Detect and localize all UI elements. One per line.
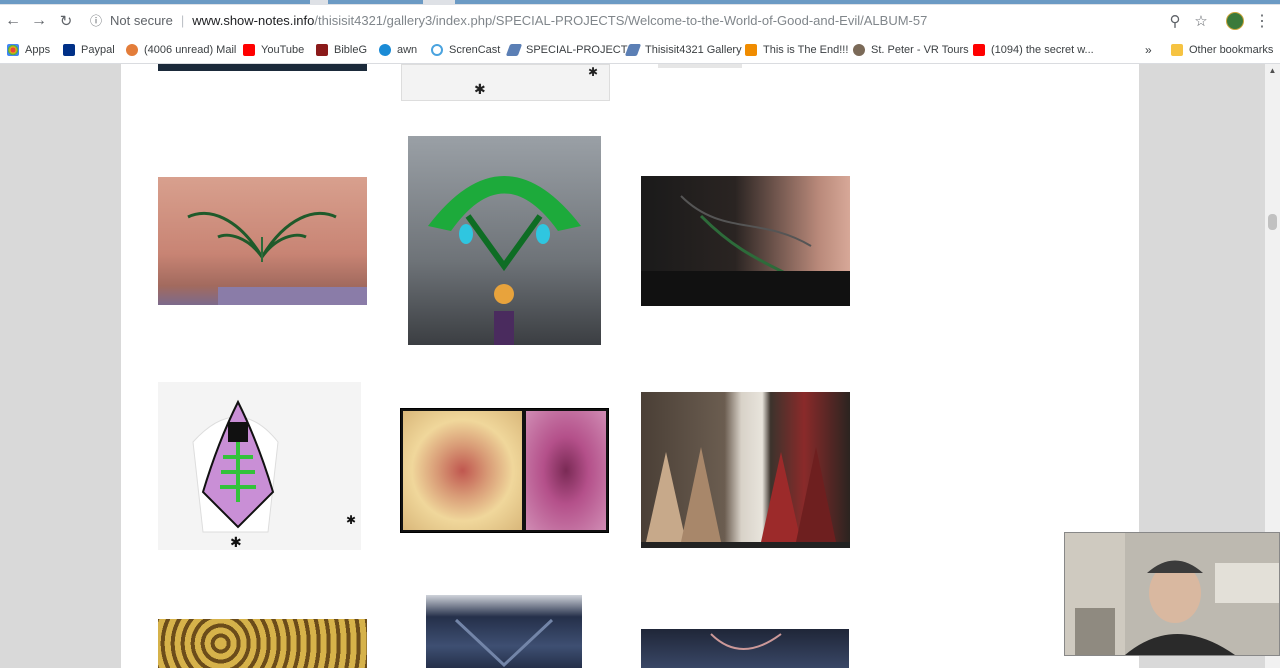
star-icon: ✱: [474, 81, 486, 97]
webcam-feed: [1065, 533, 1279, 655]
url-host[interactable]: www.show-notes.info: [192, 13, 314, 28]
other-bookmarks[interactable]: Other bookmarks: [1171, 36, 1273, 63]
security-label[interactable]: Not secure: [110, 13, 173, 28]
thumb-shop-window[interactable]: [641, 392, 850, 548]
active-tab-indicator[interactable]: [0, 0, 310, 4]
bookmark-secret[interactable]: (1094) the secret w...: [973, 36, 1094, 63]
bookmark-label: Apps: [25, 43, 51, 56]
tattoo-graphic: [187, 211, 367, 305]
thumb-beaded-neckline[interactable]: [641, 629, 849, 668]
url-path[interactable]: /thisisit4321/gallery3/index.php/SPECIAL…: [314, 13, 927, 28]
screencast-icon: [431, 43, 443, 56]
bookmarks-bar: Apps Paypal (4006 unread) Mail YouTube B…: [0, 36, 1280, 64]
youtube-icon: [973, 43, 985, 56]
bookmark-bibleg[interactable]: BibleG: [316, 36, 367, 63]
bookmark-label: ScrenCast: [449, 43, 501, 56]
thumb-art-diptych[interactable]: [400, 408, 609, 533]
svg-text:✱: ✱: [230, 535, 242, 550]
neckline-graphic: [710, 633, 782, 650]
diptych-panel-right: [526, 411, 606, 530]
thumb-green-arch[interactable]: [408, 136, 601, 345]
scroll-up-arrow-icon[interactable]: ▲: [1266, 66, 1279, 76]
bible-icon: [316, 43, 328, 56]
bookmark-label: (1094) the secret w...: [991, 43, 1094, 56]
mail-icon: [126, 43, 138, 56]
lace-graphic: [641, 195, 850, 306]
gallery-icon: [505, 43, 523, 56]
profile-avatar[interactable]: [1222, 5, 1248, 36]
awn-icon: [379, 43, 391, 56]
rss-icon: [745, 43, 757, 56]
tab-indicator-2[interactable]: [328, 0, 423, 4]
bookmark-this-is-the-end[interactable]: This is The End!!!: [745, 36, 848, 63]
vr-icon: [853, 43, 865, 56]
menu-kebab-icon[interactable]: ⋮: [1249, 5, 1275, 36]
omnibox[interactable]: ⓘ Not secure | www.show-notes.info/thisi…: [86, 8, 1192, 33]
bookmark-label: (4006 unread) Mail: [144, 43, 237, 56]
zoom-icon[interactable]: ⚲: [1162, 5, 1188, 36]
bookmark-label: Thisisit4321 Gallery: [645, 43, 742, 56]
diptych-panel-left: [403, 411, 522, 530]
bookmark-label: This is The End!!!: [763, 43, 849, 56]
tab-indicator-3[interactable]: [455, 0, 1280, 4]
bookmark-paypal[interactable]: Paypal: [63, 36, 115, 63]
bookmark-youtube[interactable]: YouTube: [243, 36, 304, 63]
youtube-icon: [243, 43, 255, 56]
bookmark-st-peter[interactable]: St. Peter - VR Tours: [853, 36, 969, 63]
bookmark-screncast[interactable]: ScrenCast: [431, 36, 500, 63]
thumb-gold-embroidery[interactable]: [158, 619, 367, 668]
folder-icon: [1171, 43, 1183, 56]
back-icon[interactable]: ←: [1, 5, 25, 36]
bookmark-star-icon[interactable]: ☆: [1188, 5, 1214, 36]
bookmark-special-projects[interactable]: SPECIAL-PROJECTS: [505, 36, 635, 63]
thumb-partial-top-2[interactable]: ✱ ✱: [401, 64, 610, 101]
other-bookmarks-label: Other bookmarks: [1189, 43, 1274, 56]
paypal-icon: [63, 43, 75, 56]
star-icon: ✱: [588, 65, 599, 79]
webcam-overlay: [1064, 532, 1280, 656]
scrollbar-thumb[interactable]: [1268, 214, 1277, 230]
arch-graphic: [428, 176, 581, 345]
bookmark-label: awn: [397, 43, 418, 56]
thumb-lace-tattoo[interactable]: [641, 176, 850, 306]
omnibox-divider: |: [180, 13, 185, 28]
gallery-page: ✱ ✱ ✱ ✱: [121, 64, 1139, 668]
thumb-partial-top-1[interactable]: [158, 64, 367, 71]
svg-text:✱: ✱: [346, 513, 356, 527]
bookmark-label: SPECIAL-PROJECTS: [526, 43, 635, 56]
thumb-skeleton-shirt[interactable]: ✱ ✱: [158, 382, 361, 550]
bookmark-label: St. Peter - VR Tours: [871, 43, 969, 56]
skeleton-graphic: ✱ ✱: [192, 399, 356, 550]
bookmark-awn[interactable]: awn: [379, 36, 417, 63]
thumb-tattoo-belly[interactable]: [158, 177, 367, 305]
apps-grid-icon: [7, 43, 19, 56]
shop-window-graphic: [641, 447, 850, 548]
thumb-partial-top-3[interactable]: [658, 64, 742, 68]
bookmark-apps[interactable]: Apps: [7, 36, 50, 63]
dress-graphic: [454, 618, 554, 668]
bookmark-mail[interactable]: (4006 unread) Mail: [126, 36, 236, 63]
info-icon[interactable]: ⓘ: [86, 12, 106, 29]
address-bar: ← → ↻ ⓘ Not secure | www.show-notes.info…: [0, 5, 1280, 36]
bookmark-gallery[interactable]: Thisisit4321 Gallery: [624, 36, 742, 63]
bookmark-label: BibleG: [334, 43, 368, 56]
bookmark-label: YouTube: [261, 43, 305, 56]
reload-icon[interactable]: ↻: [54, 5, 78, 36]
thumb-sequin-dress[interactable]: [426, 595, 582, 668]
forward-icon[interactable]: →: [27, 5, 51, 36]
bookmark-label: Paypal: [81, 43, 115, 56]
gallery-icon: [624, 43, 642, 56]
bookmarks-overflow-button[interactable]: »: [1145, 36, 1152, 63]
